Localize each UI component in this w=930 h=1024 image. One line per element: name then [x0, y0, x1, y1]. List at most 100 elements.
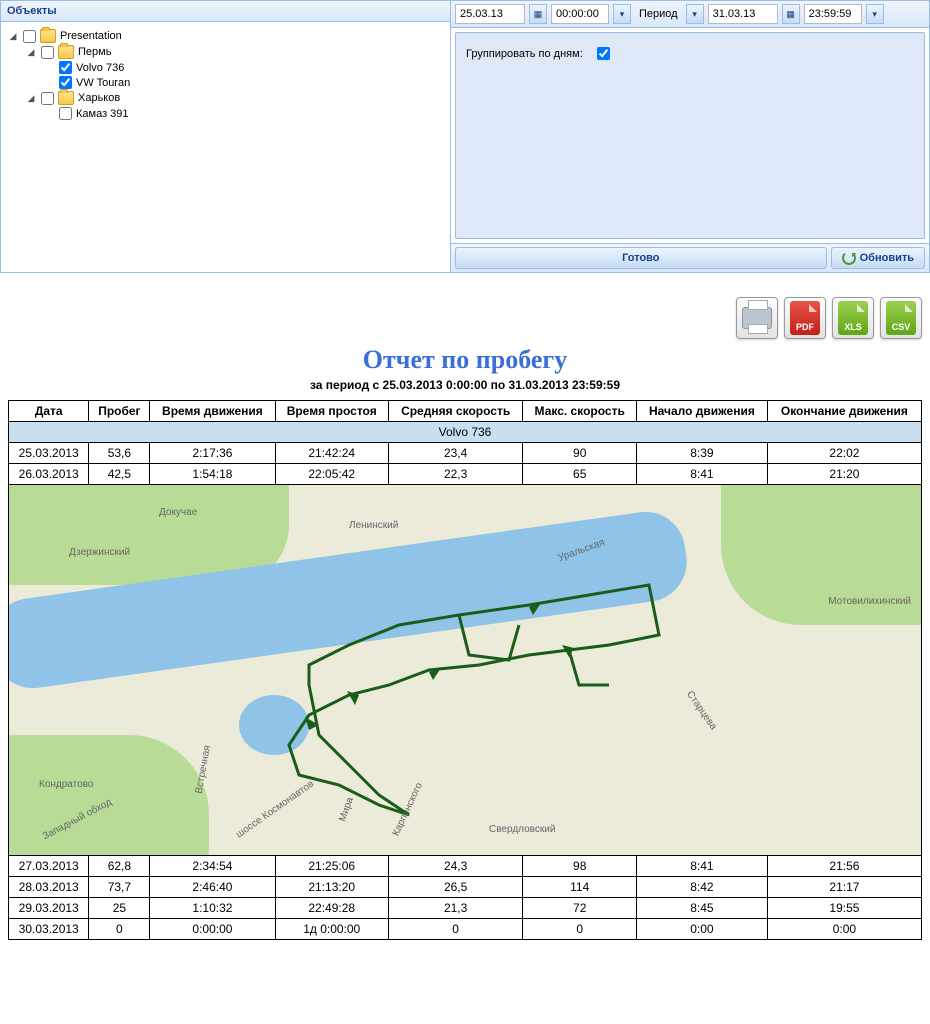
tree-item-touran[interactable]: VW Touran — [7, 75, 444, 90]
export-csv-button[interactable]: CSV — [880, 297, 922, 339]
cell: 25 — [89, 898, 150, 919]
chevron-down-icon[interactable]: ▾ — [866, 4, 884, 24]
collapse-icon[interactable]: ◢ — [7, 30, 19, 42]
cell: 30.03.2013 — [9, 919, 89, 940]
cell: 23,4 — [388, 443, 522, 464]
settings-panel: ▦ ▾ Период ▾ ▦ ▾ Группировать по дням: Г… — [451, 1, 929, 272]
cell: 26,5 — [388, 877, 522, 898]
item-checkbox[interactable] — [59, 61, 72, 74]
cell: 65 — [523, 464, 637, 485]
export-row: PDF XLS CSV — [8, 297, 922, 339]
calendar-icon[interactable]: ▦ — [782, 4, 800, 24]
col-move-time: Время движения — [150, 401, 275, 422]
cell: 42,5 — [89, 464, 150, 485]
cell: 29.03.2013 — [9, 898, 89, 919]
folder-icon — [58, 45, 74, 59]
table-row: 28.03.2013 73,7 2:46:40 21:13:20 26,5 11… — [9, 877, 922, 898]
tree-label: Камаз 391 — [76, 108, 129, 120]
col-start: Начало движения — [637, 401, 768, 422]
table-row: 27.03.2013 62,8 2:34:54 21:25:06 24,3 98… — [9, 856, 922, 877]
export-xls-button[interactable]: XLS — [832, 297, 874, 339]
root-checkbox[interactable] — [23, 30, 36, 43]
xls-icon: XLS — [838, 301, 868, 335]
cell: 90 — [523, 443, 637, 464]
tree-label: Харьков — [78, 92, 120, 104]
refresh-button[interactable]: Обновить — [831, 247, 925, 269]
table-row: 26.03.2013 42,5 1:54:18 22:05:42 22,3 65… — [9, 464, 922, 485]
cell: 22,3 — [388, 464, 522, 485]
export-pdf-button[interactable]: PDF — [784, 297, 826, 339]
cell: 21,3 — [388, 898, 522, 919]
refresh-label: Обновить — [860, 252, 914, 264]
objects-tree: ◢ Presentation ◢ Пермь Volvo 736 VW Tour… — [1, 22, 450, 272]
tree-label: Пермь — [78, 46, 111, 58]
chevron-down-icon[interactable]: ▾ — [613, 4, 631, 24]
group-by-days-row: Группировать по дням: — [466, 47, 914, 60]
tree-root[interactable]: ◢ Presentation — [7, 28, 444, 44]
cell: 114 — [523, 877, 637, 898]
cell: 0:00:00 — [150, 919, 275, 940]
table-row: 29.03.2013 25 1:10:32 22:49:28 21,3 72 8… — [9, 898, 922, 919]
vehicle-name: Volvo 736 — [9, 422, 922, 443]
item-checkbox[interactable] — [59, 107, 72, 120]
print-button[interactable] — [736, 297, 778, 339]
cell: 0:00 — [767, 919, 921, 940]
action-bar: Готово Обновить — [451, 243, 929, 272]
tree-label: Presentation — [60, 30, 122, 42]
col-max-speed: Макс. скорость — [523, 401, 637, 422]
cell: 0:00 — [637, 919, 768, 940]
spacer — [43, 62, 55, 74]
tree-group-perm[interactable]: ◢ Пермь — [7, 44, 444, 60]
map-label: Ленинский — [349, 520, 398, 531]
csv-icon: CSV — [886, 301, 916, 335]
cell: 28.03.2013 — [9, 877, 89, 898]
ready-button[interactable]: Готово — [455, 247, 827, 269]
date-range-row: ▦ ▾ Период ▾ ▦ ▾ — [451, 1, 929, 28]
cell: 8:45 — [637, 898, 768, 919]
item-checkbox[interactable] — [59, 76, 72, 89]
col-mileage: Пробег — [89, 401, 150, 422]
cell: 8:41 — [637, 856, 768, 877]
options-area: Группировать по дням: — [455, 32, 925, 239]
cell: 62,8 — [89, 856, 150, 877]
map-row: Докучае Ленинский Дзержинский Мотовилихи… — [9, 485, 922, 856]
col-date: Дата — [9, 401, 89, 422]
map-label: Дзержинский — [69, 547, 130, 558]
tree-group-kharkov[interactable]: ◢ Харьков — [7, 90, 444, 106]
table-row: 30.03.2013 0 0:00:00 1д 0:00:00 0 0 0:00… — [9, 919, 922, 940]
cell: 22:02 — [767, 443, 921, 464]
cell: 8:41 — [637, 464, 768, 485]
group-checkbox[interactable] — [41, 92, 54, 105]
tree-label: VW Touran — [76, 77, 130, 89]
tree-item-kamaz[interactable]: Камаз 391 — [7, 106, 444, 121]
chevron-down-icon[interactable]: ▾ — [686, 4, 704, 24]
cell: 0 — [523, 919, 637, 940]
cell: 25.03.2013 — [9, 443, 89, 464]
tree-item-volvo[interactable]: Volvo 736 — [7, 60, 444, 75]
collapse-icon[interactable]: ◢ — [25, 92, 37, 104]
vehicle-group-row: Volvo 736 — [9, 422, 922, 443]
group-by-days-checkbox[interactable] — [597, 47, 610, 60]
collapse-icon[interactable]: ◢ — [25, 46, 37, 58]
group-checkbox[interactable] — [41, 46, 54, 59]
cell: 21:13:20 — [275, 877, 388, 898]
to-date-input[interactable] — [708, 4, 778, 24]
from-date-input[interactable] — [455, 4, 525, 24]
objects-panel: Объекты ◢ Presentation ◢ Пермь Volvo 736 — [1, 1, 451, 272]
col-idle-time: Время простоя — [275, 401, 388, 422]
calendar-icon[interactable]: ▦ — [529, 4, 547, 24]
cell: 24,3 — [388, 856, 522, 877]
cell: 0 — [89, 919, 150, 940]
route-map[interactable]: Докучае Ленинский Дзержинский Мотовилихи… — [9, 485, 921, 855]
cell: 53,6 — [89, 443, 150, 464]
map-label: Свердловский — [489, 824, 555, 835]
cell: 26.03.2013 — [9, 464, 89, 485]
table-row: 25.03.2013 53,6 2:17:36 21:42:24 23,4 90… — [9, 443, 922, 464]
report-title: Отчет по пробегу — [8, 345, 922, 375]
to-time-input[interactable] — [804, 4, 862, 24]
from-time-input[interactable] — [551, 4, 609, 24]
cell: 1:10:32 — [150, 898, 275, 919]
ready-label: Готово — [622, 252, 659, 264]
col-avg-speed: Средняя скорость — [388, 401, 522, 422]
map-label: Кондратово — [39, 779, 93, 790]
